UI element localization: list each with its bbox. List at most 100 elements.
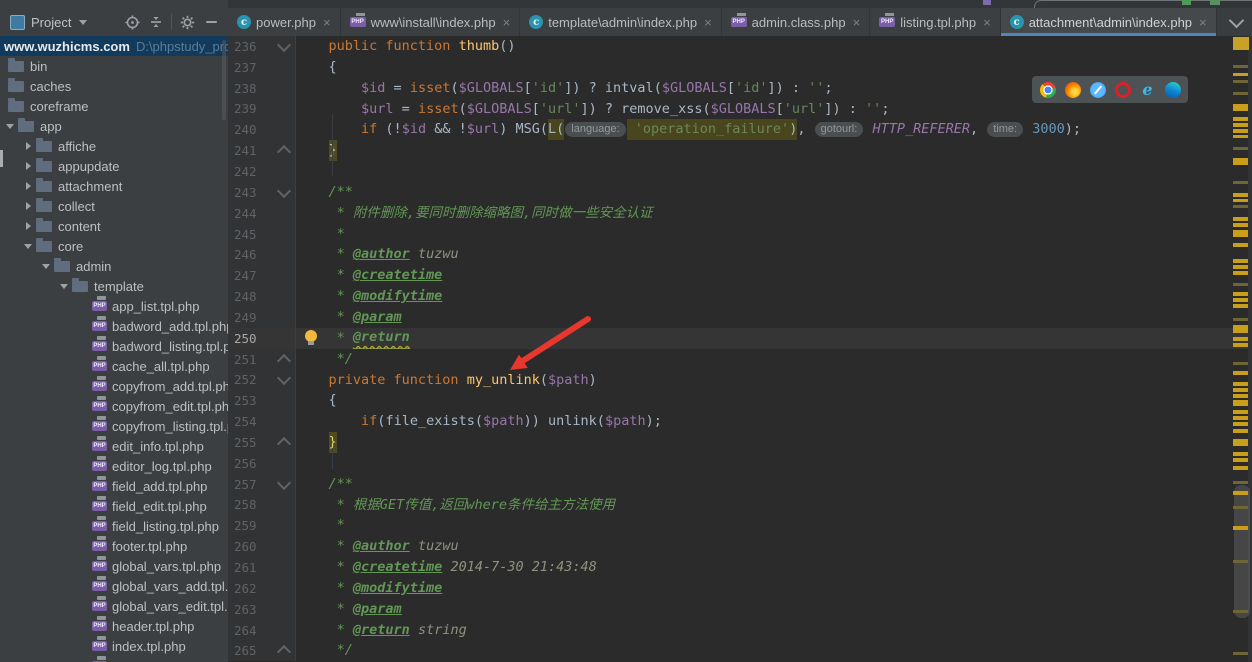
stripe-mark[interactable] (1233, 199, 1248, 202)
close-icon[interactable]: × (983, 15, 991, 30)
stripe-mark[interactable] (1233, 506, 1248, 509)
stripe-mark[interactable] (1233, 158, 1248, 165)
close-icon[interactable]: × (853, 15, 861, 30)
chevron-down-icon[interactable] (58, 284, 70, 289)
chevron-right-icon[interactable] (22, 222, 34, 230)
stripe-mark[interactable] (1233, 265, 1248, 269)
close-icon[interactable]: × (323, 15, 331, 30)
close-icon[interactable]: × (704, 15, 712, 30)
safari-icon[interactable] (1089, 81, 1106, 98)
tree-item-partial[interactable]: PHP (0, 656, 228, 662)
tree-item-copyfrom_edit.tpl.php[interactable]: PHP copyfrom_edit.tpl.php (0, 396, 228, 416)
tree-item-coreframe[interactable]: coreframe (0, 96, 228, 116)
chrome-icon[interactable] (1039, 81, 1056, 98)
intention-bulb-icon[interactable] (305, 329, 317, 345)
stripe-mark[interactable] (1233, 452, 1248, 456)
project-dropdown-icon[interactable] (79, 19, 88, 25)
stripe-mark[interactable] (1233, 104, 1248, 111)
tree-item-global_vars_edit.tpl.php[interactable]: PHP global_vars_edit.tpl.php (0, 596, 228, 616)
stripe-mark[interactable] (1233, 371, 1248, 375)
tree-item-footer.tpl.php[interactable]: PHP footer.tpl.php (0, 536, 228, 556)
tree-item-admin[interactable]: admin (0, 256, 228, 276)
fold-end-icon[interactable] (276, 436, 292, 452)
tree-item-copyfrom_listing.tpl.php[interactable]: PHP copyfrom_listing.tpl.php (0, 416, 228, 436)
tree-item-caches[interactable]: caches (0, 76, 228, 96)
tab-overflow-button[interactable] (1221, 8, 1252, 36)
tree-item-app[interactable]: app (0, 116, 228, 136)
stripe-mark[interactable] (1233, 193, 1248, 197)
stripe-mark[interactable] (1233, 271, 1248, 275)
stripe-mark[interactable] (1233, 80, 1248, 83)
editor-scrollbar-thumb[interactable] (1234, 485, 1250, 618)
stripe-mark[interactable] (1233, 652, 1248, 655)
stripe-mark[interactable] (1233, 318, 1248, 321)
tree-item-global_vars_add.tpl.php[interactable]: PHP global_vars_add.tpl.php (0, 576, 228, 596)
tree-item-field_add.tpl.php[interactable]: PHP field_add.tpl.php (0, 476, 228, 496)
stripe-mark[interactable] (1233, 73, 1248, 76)
stripe-mark[interactable] (1233, 65, 1248, 68)
stripe-mark[interactable] (1233, 292, 1248, 296)
collapse-all-icon[interactable] (147, 13, 165, 31)
fold-start-icon[interactable] (276, 475, 292, 490)
stripe-mark[interactable] (1233, 283, 1248, 286)
chevron-down-icon[interactable] (40, 264, 52, 269)
tab-power.php[interactable]: c power.php × (228, 8, 341, 36)
tree-item-global_vars.tpl.php[interactable]: PHP global_vars.tpl.php (0, 556, 228, 576)
tree-root[interactable]: www.wuzhicms.com D:\phpstudy_pro (0, 36, 228, 56)
tree-item-index.tpl.php[interactable]: PHP index.tpl.php (0, 636, 228, 656)
fold-start-icon[interactable] (276, 37, 292, 52)
stripe-mark[interactable] (1233, 129, 1248, 133)
stripe-mark[interactable] (1233, 223, 1248, 227)
hide-panel-icon[interactable] (202, 13, 220, 31)
tree-item-affiche[interactable]: affiche (0, 136, 228, 156)
locate-icon[interactable] (123, 13, 141, 31)
chevron-right-icon[interactable] (22, 162, 34, 170)
tree-item-badword_listing.tpl.php[interactable]: PHP badword_listing.tpl.php (0, 336, 228, 356)
stripe-mark[interactable] (1233, 259, 1248, 263)
chevron-down-icon[interactable] (22, 244, 34, 249)
inspections-indicator-icon[interactable] (1233, 37, 1249, 50)
ie-icon[interactable]: e (1140, 80, 1156, 99)
stripe-mark[interactable] (1233, 400, 1248, 406)
stripe-mark[interactable] (1233, 422, 1248, 426)
stripe-mark[interactable] (1233, 117, 1248, 121)
stripe-mark[interactable] (1233, 481, 1248, 484)
stripe-mark[interactable] (1233, 135, 1248, 138)
opera-icon[interactable] (1114, 81, 1131, 98)
stripe-mark[interactable] (1233, 439, 1248, 446)
firefox-icon[interactable] (1064, 81, 1081, 98)
stripe-mark[interactable] (1233, 243, 1248, 247)
stripe-mark[interactable] (1233, 491, 1248, 495)
stripe-mark[interactable] (1233, 123, 1248, 127)
tree-item-core[interactable]: core (0, 236, 228, 256)
tree-item-field_edit.tpl.php[interactable]: PHP field_edit.tpl.php (0, 496, 228, 516)
stripe-mark[interactable] (1233, 298, 1248, 302)
stripe-mark[interactable] (1233, 362, 1248, 365)
stripe-mark[interactable] (1233, 382, 1248, 386)
stripe-mark[interactable] (1233, 147, 1248, 150)
close-icon[interactable]: × (1199, 15, 1207, 30)
edge-icon[interactable] (1164, 81, 1181, 98)
tree-item-content[interactable]: content (0, 216, 228, 236)
project-scrollbar-thumb[interactable] (222, 40, 226, 120)
chevron-right-icon[interactable] (22, 182, 34, 190)
chevron-down-icon[interactable] (4, 124, 16, 129)
tree-item-app_list.tpl.php[interactable]: PHP app_list.tpl.php (0, 296, 228, 316)
fold-start-icon[interactable] (276, 183, 292, 198)
tree-item-collect[interactable]: collect (0, 196, 228, 216)
tab-template-admin-index.php[interactable]: c template\admin\index.php × (520, 8, 722, 36)
stripe-mark[interactable] (1233, 560, 1248, 563)
tree-item-appupdate[interactable]: appupdate (0, 156, 228, 176)
tree-item-cache_all.tpl.php[interactable]: PHP cache_all.tpl.php (0, 356, 228, 376)
close-icon[interactable]: × (503, 15, 511, 30)
tree-item-edit_info.tpl.php[interactable]: PHP edit_info.tpl.php (0, 436, 228, 456)
stripe-mark[interactable] (1233, 458, 1248, 462)
editor-rows[interactable]: 236 public function thumb() 237 {238 $id … (228, 36, 1252, 662)
tree-item-editor_log.tpl.php[interactable]: PHP editor_log.tpl.php (0, 456, 228, 476)
stripe-mark[interactable] (1233, 394, 1248, 398)
stripe-mark[interactable] (1233, 205, 1248, 208)
stripe-mark[interactable] (1233, 337, 1248, 341)
tree-item-header.tpl.php[interactable]: PHP header.tpl.php (0, 616, 228, 636)
fold-end-icon[interactable] (276, 645, 292, 660)
stripe-mark[interactable] (1233, 410, 1248, 414)
